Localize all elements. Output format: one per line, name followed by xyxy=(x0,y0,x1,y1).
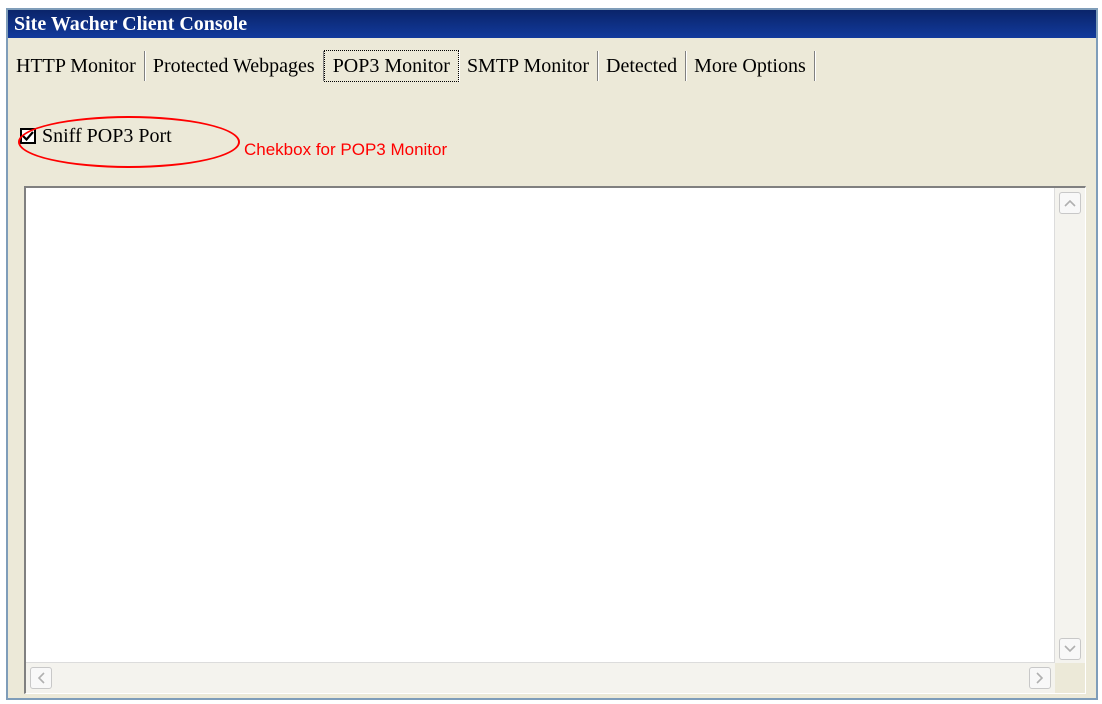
chevron-right-icon[interactable] xyxy=(1029,667,1051,689)
tab-http-monitor[interactable]: HTTP Monitor xyxy=(10,51,145,81)
annotation-text: Chekbox for POP3 Monitor xyxy=(244,140,448,159)
tab-more-options[interactable]: More Options xyxy=(686,51,815,81)
tab-smtp-monitor[interactable]: SMTP Monitor xyxy=(459,51,598,81)
vertical-scrollbar[interactable] xyxy=(1054,188,1085,664)
chevron-up-icon[interactable] xyxy=(1059,192,1081,214)
check-icon xyxy=(22,131,34,142)
chevron-down-icon[interactable] xyxy=(1059,638,1081,660)
tab-detected[interactable]: Detected xyxy=(598,51,687,81)
sniff-pop3-checkbox[interactable] xyxy=(20,128,36,144)
pop3-log-listbox[interactable] xyxy=(24,186,1086,694)
sniff-pop3-row[interactable]: Sniff POP3 Port xyxy=(20,120,172,152)
tab-bar: HTTP Monitor Protected Webpages POP3 Mon… xyxy=(10,44,1094,88)
client-console-window: Site Wacher Client Console HTTP Monitor … xyxy=(6,8,1098,700)
tab-protected-webpages[interactable]: Protected Webpages xyxy=(145,51,324,81)
tab-pop3-monitor[interactable]: POP3 Monitor xyxy=(323,50,459,82)
horizontal-scrollbar[interactable] xyxy=(26,662,1055,693)
chevron-left-icon[interactable] xyxy=(30,667,52,689)
sniff-pop3-label: Sniff POP3 Port xyxy=(42,124,172,147)
scrollbar-corner xyxy=(1055,663,1085,693)
window-title: Site Wacher Client Console xyxy=(8,10,1096,38)
